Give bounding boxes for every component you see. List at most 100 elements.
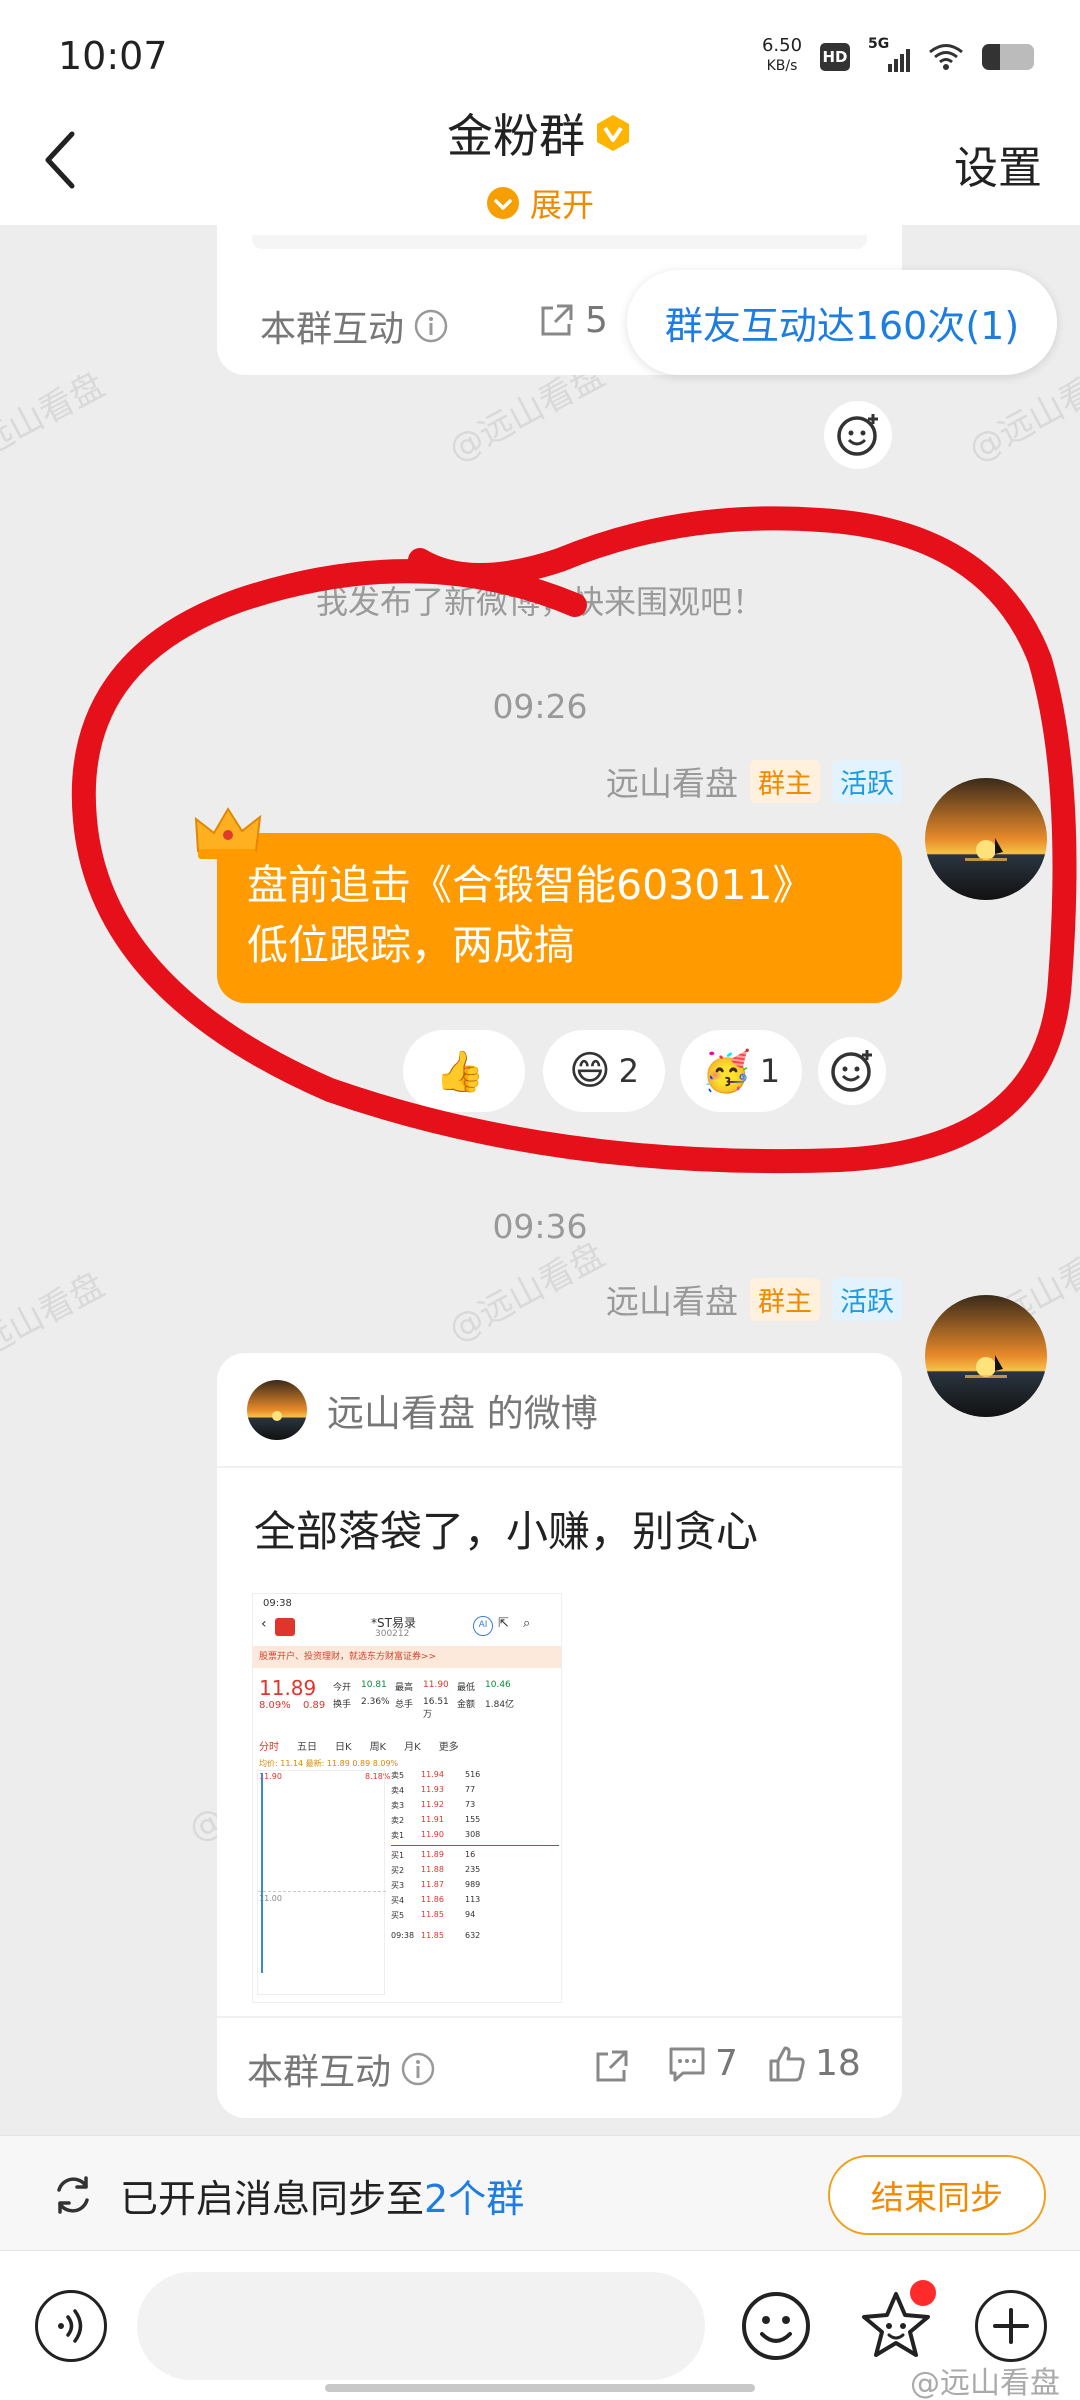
status-icons: HD 5G bbox=[820, 36, 1034, 72]
message-input[interactable] bbox=[137, 2272, 705, 2380]
interact-count-pill[interactable]: 群友互动达160次(1) bbox=[627, 270, 1057, 375]
sync-text-prefix: 已开启消息同步至 bbox=[120, 2177, 425, 2221]
ss-stock-code: 300212 bbox=[375, 1629, 410, 1639]
ss-app-logo bbox=[275, 1618, 295, 1636]
ss-time: 09:38 bbox=[263, 1598, 292, 1609]
net-speed-unit: KB/s bbox=[766, 58, 798, 74]
reaction-smile[interactable]: 😄 2 bbox=[543, 1030, 665, 1112]
thumbs-up-icon bbox=[769, 2046, 805, 2081]
ss-search-icon: ⌕ bbox=[523, 1616, 531, 1631]
group-interact-label: 本群互动 bbox=[247, 2052, 392, 2093]
wifi-icon bbox=[929, 44, 963, 70]
share-icon[interactable] bbox=[592, 2048, 630, 2086]
status-time: 10:07 bbox=[58, 34, 168, 78]
emoji-icon bbox=[742, 2292, 810, 2360]
chat-area[interactable]: @远山看盘 @远山看盘 @远山看盘 @远山看盘 @远山看盘 @远山看盘 @远山看… bbox=[0, 225, 1080, 2135]
signal-icon: 5G bbox=[868, 36, 910, 72]
sender-name[interactable]: 远山看盘 bbox=[606, 1275, 738, 1323]
add-reaction-button[interactable] bbox=[824, 401, 892, 469]
comment-count: 7 bbox=[715, 2043, 738, 2084]
watermark: @远山看盘 bbox=[0, 365, 112, 481]
emoji-button[interactable] bbox=[740, 2290, 812, 2362]
add-emoji-icon bbox=[837, 414, 878, 456]
reaction-count: 2 bbox=[618, 1052, 640, 1090]
ss-back-icon: ‹ bbox=[261, 1616, 267, 1632]
network-speed: 6.50 KB/s bbox=[752, 36, 812, 76]
weibo-text: 全部落袋了，小赚，别贪心 bbox=[254, 1507, 759, 1556]
sync-status-text: 已开启消息同步至2个群 bbox=[120, 2168, 524, 2223]
ss-ad-banner: 股票开户、投资理财，就选东方财富证券>> bbox=[253, 1646, 561, 1668]
sunset-avatar-icon bbox=[925, 778, 1047, 900]
owner-tag: 群主 bbox=[750, 1277, 820, 1321]
weibo-card-footer: 本群互动 7 18 bbox=[217, 2016, 902, 2118]
watermark: @远山看盘 bbox=[442, 1235, 612, 1351]
active-tag: 活跃 bbox=[832, 759, 902, 803]
crown-icon bbox=[194, 807, 262, 859]
avatar[interactable] bbox=[925, 778, 1047, 900]
weibo-card-header[interactable]: 远山看盘 的微博 bbox=[217, 1353, 902, 1468]
add-reaction-button[interactable] bbox=[818, 1037, 886, 1105]
sender-name[interactable]: 远山看盘 bbox=[606, 757, 738, 805]
like-action[interactable]: 18 bbox=[767, 2043, 861, 2084]
sunset-avatar-icon bbox=[247, 1379, 307, 1440]
message-time: 09:26 bbox=[492, 687, 588, 726]
comment-icon bbox=[669, 2047, 705, 2081]
group-interact-label: 本群互动 bbox=[260, 309, 405, 350]
reaction-thumbs-up[interactable]: 👍 bbox=[403, 1030, 525, 1112]
ss-change-pct: 8.09% bbox=[259, 1700, 291, 1711]
share-count: 5 bbox=[585, 300, 608, 341]
net-speed-value: 6.50 bbox=[761, 35, 803, 56]
message-text-line1: 盘前追击《合锻智能603011》 bbox=[247, 861, 814, 909]
settings-button[interactable]: 设置 bbox=[954, 132, 1042, 196]
end-sync-button[interactable]: 结束同步 bbox=[828, 2155, 1046, 2235]
share-action[interactable]: 5 bbox=[537, 300, 608, 341]
thumbs-up-emoji-icon: 👍 bbox=[435, 1048, 485, 1095]
message-bubble[interactable]: 盘前追击《合锻智能603011》 低位跟踪，两成搞 bbox=[217, 833, 902, 1003]
voice-button[interactable] bbox=[35, 2290, 107, 2362]
expand-circle-icon bbox=[486, 187, 519, 219]
active-tag: 活跃 bbox=[832, 1277, 902, 1321]
ss-change-val: 0.89 bbox=[303, 1700, 326, 1711]
message-time: 09:36 bbox=[492, 1207, 588, 1246]
battery-icon bbox=[982, 44, 1034, 70]
sunset-avatar-icon bbox=[925, 1295, 1047, 1417]
add-emoji-icon bbox=[831, 1050, 872, 1092]
info-icon[interactable] bbox=[401, 2052, 435, 2086]
expand-label: 展开 bbox=[529, 186, 594, 224]
reaction-party[interactable]: 🥳 1 bbox=[680, 1030, 802, 1112]
title-area[interactable]: 金粉群 bbox=[0, 100, 1080, 166]
sync-icon bbox=[57, 2176, 89, 2214]
ss-quote-grid: 今开 10.81 最高 11.90 最低 10.46 换手 2.36% 总手 16.51万… bbox=[333, 1680, 515, 1720]
interact-count-text: 群友互动达160次(1) bbox=[664, 304, 1020, 348]
sync-groups-link[interactable]: 2个群 bbox=[424, 2177, 524, 2221]
watermark: @远山看盘 bbox=[0, 1265, 112, 1381]
weibo-image[interactable]: 09:38 ‹ *ST易录 300212 AI ⇱ ⌕ 股票开户、投资理财，就选… bbox=[252, 1593, 562, 2003]
weibo-author-line: 远山看盘 的微博 bbox=[327, 1391, 598, 1435]
info-icon[interactable] bbox=[414, 309, 448, 343]
sender-row: 远山看盘 群主 活跃 bbox=[606, 1275, 902, 1323]
weibo-card[interactable]: 远山看盘 的微博 全部落袋了，小赚，别贪心 09:38 ‹ *ST易录 3002… bbox=[217, 1353, 902, 2118]
expand-toggle[interactable]: 展开 bbox=[0, 180, 1080, 226]
party-emoji-icon: 🥳 bbox=[701, 1048, 752, 1095]
system-message: 我发布了新微博，快来围观吧！ bbox=[315, 583, 764, 621]
sender-row: 远山看盘 群主 活跃 bbox=[606, 757, 902, 805]
comment-action[interactable]: 7 bbox=[667, 2043, 738, 2084]
reaction-count: 1 bbox=[759, 1052, 781, 1090]
avatar[interactable] bbox=[925, 1295, 1047, 1417]
ss-avg-line: 均价: 11.14 最新: 11.89 0.89 8.09% bbox=[259, 1759, 399, 1768]
owner-tag: 群主 bbox=[750, 759, 820, 803]
ss-order-book: 卖5 11.94 516 卖4 11.93 77 卖3 11.92 73 卖2 11.91 15… bbox=[391, 1770, 559, 1940]
page-title: 金粉群 bbox=[447, 109, 585, 163]
ss-intraday-chart bbox=[257, 1770, 386, 1995]
weibo-avatar bbox=[247, 1379, 307, 1440]
hd-icon: HD bbox=[820, 43, 850, 71]
smile-emoji-icon: 😄 bbox=[568, 1048, 611, 1094]
like-count: 18 bbox=[815, 2043, 861, 2084]
message-text-line2: 低位跟踪，两成搞 bbox=[247, 921, 575, 969]
notification-dot bbox=[910, 2280, 936, 2306]
home-indicator[interactable] bbox=[325, 2384, 755, 2392]
bottom-watermark: @远山看盘 bbox=[910, 2366, 1060, 2400]
share-icon bbox=[541, 304, 573, 335]
ss-tabs: 分时 五日 日K 周K 月K 更多 bbox=[259, 1742, 459, 1753]
more-button[interactable] bbox=[975, 2290, 1047, 2362]
